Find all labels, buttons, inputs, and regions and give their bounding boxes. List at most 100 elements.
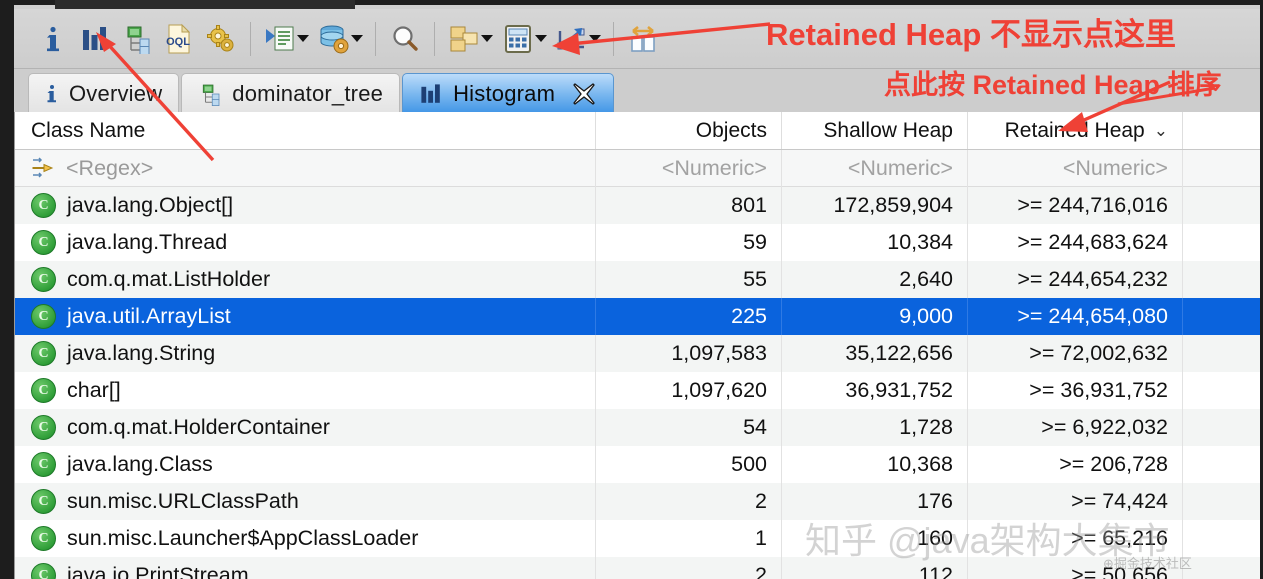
search-icon <box>390 24 420 54</box>
cell-objects: 225 <box>595 298 781 335</box>
table-filter-row[interactable]: <Regex> <Numeric> <Numeric> <Numeric> <box>15 150 1261 187</box>
histogram-icon <box>80 24 110 54</box>
cell-class-name: Ccom.q.mat.HolderContainer <box>15 409 595 446</box>
cell-shallow-heap: 10,368 <box>781 446 967 483</box>
cell-class-name: Cjava.lang.String <box>15 335 595 372</box>
class-icon: C <box>31 378 56 403</box>
class-name-text: java.lang.Thread <box>67 230 227 255</box>
class-name-text: java.util.ArrayList <box>67 304 231 329</box>
table-row[interactable]: Cjava.lang.Object[]801172,859,904>= 244,… <box>15 187 1261 224</box>
cell-spacer <box>1182 483 1259 520</box>
find-button[interactable] <box>384 17 426 61</box>
cell-class-name: Cjava.lang.Object[] <box>15 187 595 224</box>
tab-dominator-tree[interactable]: dominator_tree <box>181 73 400 114</box>
overview-info-button[interactable] <box>32 17 74 61</box>
table-row[interactable]: Csun.misc.Launcher$AppClassLoader1160>= … <box>15 520 1261 557</box>
cell-objects: 55 <box>595 261 781 298</box>
cell-objects: 54 <box>595 409 781 446</box>
run-expert-system-button[interactable] <box>259 17 301 61</box>
filter-retained-heap-cell[interactable]: <Numeric> <box>967 150 1182 187</box>
table-row[interactable]: Ccom.q.mat.HolderContainer541,728>= 6,92… <box>15 409 1261 446</box>
cell-retained-heap: >= 206,728 <box>967 446 1182 483</box>
query-browser-button[interactable] <box>313 17 355 61</box>
database-gear-icon <box>318 24 350 54</box>
sort-descending-icon: ⌄ <box>1154 122 1168 139</box>
table-body: Cjava.lang.Object[]801172,859,904>= 244,… <box>15 187 1261 579</box>
regex-filter-icon <box>31 156 55 180</box>
tab-label: Overview <box>69 81 162 107</box>
table-row[interactable]: Cjava.lang.Class50010,368>= 206,728 <box>15 446 1261 483</box>
calculator-icon <box>503 24 533 54</box>
toolbar-separator-2 <box>375 22 376 56</box>
column-header-shallow-heap[interactable]: Shallow Heap <box>781 112 967 149</box>
cell-class-name: Cchar[] <box>15 372 595 409</box>
calculate-retained-size-button[interactable] <box>497 17 539 61</box>
filter-class-name-cell[interactable]: <Regex> <box>15 150 595 187</box>
column-header-retained-heap[interactable]: Retained Heap ⌄ <box>967 112 1182 149</box>
cell-retained-heap: >= 244,654,080 <box>967 298 1182 335</box>
dominator-tree-button[interactable] <box>116 17 158 61</box>
cell-retained-heap: >= 244,716,016 <box>967 187 1182 224</box>
filter-shallow-heap-cell[interactable]: <Numeric> <box>781 150 967 187</box>
run-report-icon <box>264 24 296 54</box>
filter-spacer-cell <box>1182 150 1259 187</box>
tab-overview[interactable]: Overview <box>28 73 179 114</box>
group-by-icon <box>448 24 480 54</box>
cell-retained-heap: >= 6,922,032 <box>967 409 1182 446</box>
oql-button[interactable]: OQL <box>158 17 200 61</box>
cell-retained-heap: >= 74,424 <box>967 483 1182 520</box>
histogram-button[interactable] <box>74 17 116 61</box>
class-icon: C <box>31 489 56 514</box>
cell-retained-heap: >= 72,002,632 <box>967 335 1182 372</box>
cell-objects: 1 <box>595 520 781 557</box>
cell-shallow-heap: 1,728 <box>781 409 967 446</box>
cell-spacer <box>1182 557 1259 579</box>
cell-objects: 500 <box>595 446 781 483</box>
table-row[interactable]: Cjava.lang.Thread5910,384>= 244,683,624 <box>15 224 1261 261</box>
svg-text:OQL: OQL <box>166 36 190 48</box>
cell-class-name: Cjava.lang.Class <box>15 446 595 483</box>
cell-class-name: Cjava.lang.Thread <box>15 224 595 261</box>
column-header-class-name[interactable]: Class Name <box>15 112 595 149</box>
close-icon <box>571 81 597 107</box>
info-icon <box>45 84 59 104</box>
class-name-text: java.lang.Class <box>67 452 213 477</box>
cell-spacer <box>1182 298 1259 335</box>
window-frame-strip <box>55 0 355 9</box>
tab-histogram[interactable]: Histogram <box>402 73 614 114</box>
cell-spacer <box>1182 520 1259 557</box>
tab-label: Histogram <box>453 81 555 107</box>
cell-shallow-heap: 36,931,752 <box>781 372 967 409</box>
cell-spacer <box>1182 409 1259 446</box>
table-row[interactable]: Ccom.q.mat.ListHolder552,640>= 244,654,2… <box>15 261 1261 298</box>
cell-retained-heap: >= 36,931,752 <box>967 372 1182 409</box>
cell-spacer <box>1182 372 1259 409</box>
cell-shallow-heap: 160 <box>781 520 967 557</box>
histogram-table: Class Name Objects Shallow Heap Retained… <box>14 112 1261 579</box>
compare-button[interactable] <box>622 17 664 61</box>
cell-objects: 2 <box>595 557 781 579</box>
cell-shallow-heap: 172,859,904 <box>781 187 967 224</box>
cell-objects: 801 <box>595 187 781 224</box>
table-row[interactable]: Csun.misc.URLClassPath2176>= 74,424 <box>15 483 1261 520</box>
table-row[interactable]: Cjava.io.PrintStream2112>= 50,656 <box>15 557 1261 579</box>
filter-objects-cell[interactable]: <Numeric> <box>595 150 781 187</box>
table-row[interactable]: Cjava.lang.String1,097,58335,122,656>= 7… <box>15 335 1261 372</box>
column-header-objects[interactable]: Objects <box>595 112 781 149</box>
cell-shallow-heap: 10,384 <box>781 224 967 261</box>
table-row[interactable]: Cchar[]1,097,62036,931,752>= 36,931,752 <box>15 372 1261 409</box>
cell-spacer <box>1182 335 1259 372</box>
preferences-button[interactable] <box>200 17 242 61</box>
chart-export-icon <box>556 24 588 54</box>
cell-retained-heap: >= 244,683,624 <box>967 224 1182 261</box>
group-by-button[interactable] <box>443 17 485 61</box>
cell-shallow-heap: 2,640 <box>781 261 967 298</box>
cell-shallow-heap: 9,000 <box>781 298 967 335</box>
cell-class-name: Ccom.q.mat.ListHolder <box>15 261 595 298</box>
export-chart-button[interactable] <box>551 17 593 61</box>
toolbar-separator <box>250 22 251 56</box>
class-icon: C <box>31 230 56 255</box>
mat-histogram-window: OQL <box>0 0 1263 579</box>
oql-icon: OQL <box>165 23 193 55</box>
table-row[interactable]: Cjava.util.ArrayList2259,000>= 244,654,0… <box>15 298 1261 335</box>
